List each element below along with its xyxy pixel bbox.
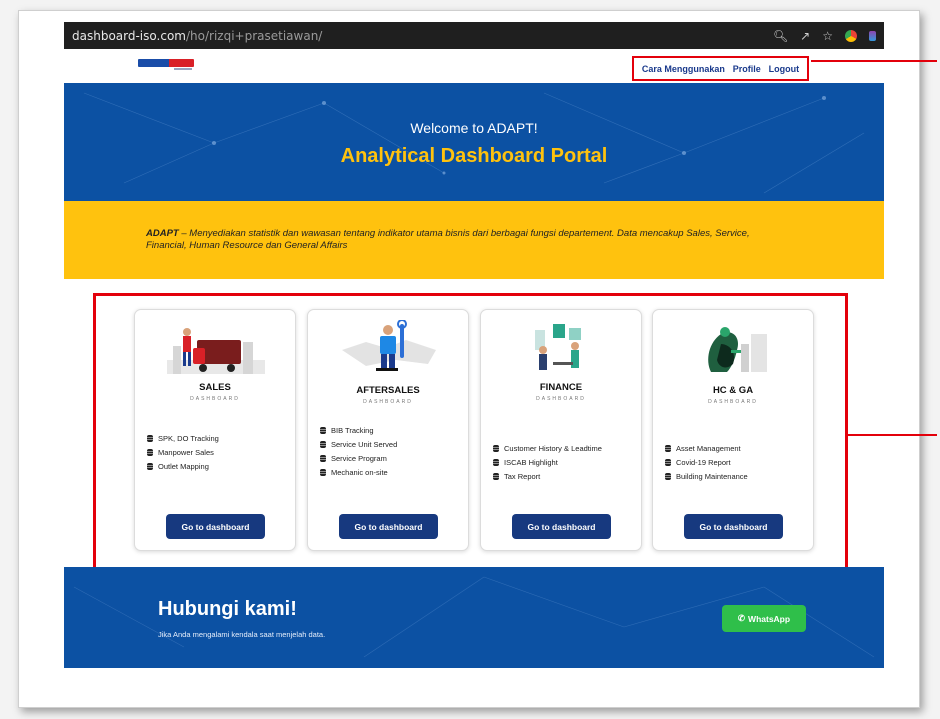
- database-icon: [320, 440, 326, 448]
- intro-text: ADAPT – Menyediakan statistik dan wawasa…: [146, 228, 786, 252]
- card-aftersales: AFTERSALES DASHBOARD BIB Tracking Servic…: [307, 309, 469, 551]
- nav-link-profile[interactable]: Profile: [733, 64, 761, 74]
- annotation-line-nav: [811, 60, 937, 62]
- list-item: Building Maintenance: [665, 469, 748, 483]
- list-item: Asset Management: [665, 441, 748, 455]
- star-icon[interactable]: ☆: [822, 29, 833, 43]
- card-feature-list: SPK, DO Tracking Manpower Sales Outlet M…: [147, 431, 219, 473]
- card-hc-ga: HC & GA DASHBOARD Asset Management Covid…: [652, 309, 814, 551]
- whatsapp-button[interactable]: ✆ WhatsApp: [722, 605, 806, 632]
- intro-banner: ADAPT – Menyediakan statistik dan wawasa…: [64, 201, 884, 279]
- site-navbar: Cara Menggunakan Profile Logout: [64, 49, 884, 83]
- extension-icon[interactable]: [869, 30, 876, 41]
- card-feature-list: Asset Management Covid-19 Report Buildin…: [665, 441, 748, 483]
- list-item: Customer History & Leadtime: [493, 441, 602, 455]
- aftersales-mechanic-illustration: [342, 320, 436, 371]
- card-subtitle: DASHBOARD: [536, 396, 586, 402]
- database-icon: [147, 448, 153, 456]
- database-icon: [665, 458, 671, 466]
- database-icon: [493, 458, 499, 466]
- contact-text: Jika Anda mengalami kendala saat menjela…: [158, 630, 326, 639]
- database-icon: [320, 468, 326, 476]
- chrome-profile-icon[interactable]: [845, 29, 857, 42]
- database-icon: [665, 444, 671, 452]
- contact-footer: Hubungi kami! Jika Anda mengalami kendal…: [64, 567, 884, 668]
- intro-brand: ADAPT: [146, 228, 179, 239]
- list-item: SPK, DO Tracking: [147, 431, 219, 445]
- card-title: FINANCE: [539, 382, 583, 393]
- database-icon: [320, 454, 326, 462]
- card-feature-list: BIB Tracking Service Unit Served Service…: [320, 423, 397, 479]
- database-icon: [320, 426, 326, 434]
- nav-link-cara-menggunakan[interactable]: Cara Menggunakan: [642, 64, 725, 74]
- list-item: Mechanic on-site: [320, 465, 397, 479]
- card-title: HC & GA: [712, 385, 754, 396]
- go-to-dashboard-button-hcga[interactable]: Go to dashboard: [684, 514, 783, 539]
- list-item: ISCAB Highlight: [493, 455, 602, 469]
- whatsapp-icon: ✆: [737, 613, 746, 623]
- go-to-dashboard-button-finance[interactable]: Go to dashboard: [512, 514, 611, 539]
- list-item: Service Unit Served: [320, 437, 397, 451]
- list-item: Manpower Sales: [147, 445, 219, 459]
- url-host: dashboard-iso.com: [72, 28, 186, 43]
- card-subtitle: DASHBOARD: [190, 396, 240, 402]
- zoom-icon[interactable]: 🔍︎: [773, 29, 788, 43]
- contact-title: Hubungi kami!: [158, 598, 297, 620]
- database-icon: [493, 472, 499, 480]
- finance-office-illustration: [535, 324, 581, 370]
- nav-links-highlight: Cara Menggunakan Profile Logout: [632, 56, 809, 81]
- card-finance: FINANCE DASHBOARD Customer History & Lea…: [480, 309, 642, 551]
- annotation-line-cards: [848, 434, 937, 436]
- go-to-dashboard-button-aftersales[interactable]: Go to dashboard: [339, 514, 438, 539]
- database-icon: [665, 472, 671, 480]
- url-path: /ho/rizqi+prasetiawan/: [185, 28, 323, 43]
- browser-url-bar[interactable]: dashboard-iso.com/ho/rizqi+prasetiawan/ …: [64, 22, 884, 49]
- card-feature-list: Customer History & Leadtime ISCAB Highli…: [493, 441, 602, 483]
- database-icon: [493, 444, 499, 452]
- hero-title: Analytical Dashboard Portal: [340, 145, 608, 167]
- share-icon[interactable]: ↗: [800, 29, 810, 43]
- whatsapp-label: WhatsApp: [748, 613, 791, 624]
- card-title: SALES: [199, 382, 231, 393]
- brand-logo[interactable]: [138, 59, 194, 67]
- card-sales: SALES DASHBOARD SPK, DO Tracking Manpowe…: [134, 309, 296, 551]
- card-title: AFTERSALES: [356, 385, 420, 396]
- nav-link-logout[interactable]: Logout: [769, 64, 800, 74]
- database-icon: [147, 462, 153, 470]
- hero-banner: Welcome to ADAPT! Analytical Dashboard P…: [64, 83, 884, 201]
- list-item: Service Program: [320, 451, 397, 465]
- hcga-worker-illustration: [708, 327, 767, 372]
- card-subtitle: DASHBOARD: [363, 399, 413, 405]
- list-item: BIB Tracking: [320, 423, 397, 437]
- card-subtitle: DASHBOARD: [708, 399, 758, 405]
- list-item: Outlet Mapping: [147, 459, 219, 473]
- intro-description: – Menyediakan statistik dan wawasan tent…: [146, 228, 750, 251]
- brand-logo-tagline: [174, 68, 192, 70]
- hero-welcome-text: Welcome to ADAPT!: [410, 120, 538, 136]
- list-item: Tax Report: [493, 469, 602, 483]
- network-background: [83, 92, 865, 194]
- database-icon: [147, 434, 153, 442]
- sales-truck-illustration: [167, 328, 265, 374]
- go-to-dashboard-button-sales[interactable]: Go to dashboard: [166, 514, 265, 539]
- list-item: Covid-19 Report: [665, 455, 748, 469]
